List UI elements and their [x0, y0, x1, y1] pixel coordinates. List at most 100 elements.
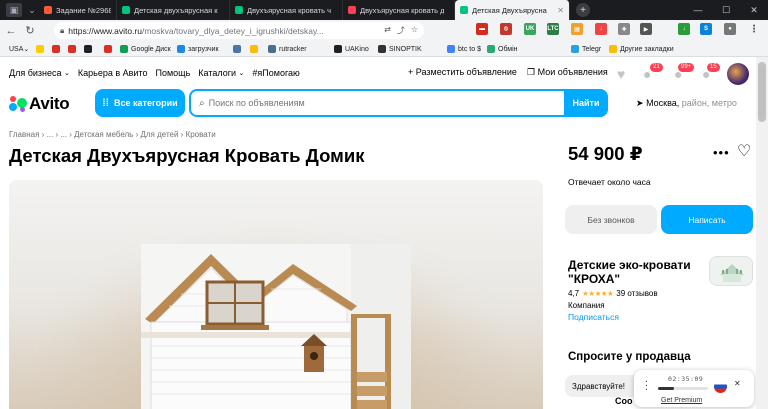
extension-s-icon[interactable]: S [700, 23, 712, 35]
bookmark-item[interactable]: Другие закладки [609, 43, 674, 55]
bookmark-item[interactable] [84, 43, 95, 55]
seller-rating[interactable]: 4,7 ★★★★★ 39 отзывов [568, 289, 658, 298]
bookmark-item[interactable] [52, 43, 63, 55]
bookmark-item[interactable]: UAKino [334, 43, 369, 55]
product-photo[interactable] [141, 244, 411, 409]
search-button[interactable]: Найти [564, 89, 608, 117]
extension-arrow-icon[interactable]: ↓ [678, 23, 690, 35]
close-icon[interactable]: ✕ [734, 379, 741, 388]
back-icon[interactable]: ← [3, 23, 19, 39]
maximize-icon[interactable]: ☐ [712, 0, 740, 20]
cast-icon[interactable]: ⇄ [384, 25, 391, 36]
bookmark-item[interactable] [250, 43, 261, 55]
breadcrumb-item[interactable]: ... [60, 130, 67, 139]
vpn-drag-handle-icon[interactable]: · · · [644, 378, 649, 394]
bookmark-item[interactable]: rutracker [268, 43, 307, 55]
more-options-icon[interactable]: ••• [713, 145, 730, 160]
post-ad-link[interactable]: + Разместить объявление [408, 67, 517, 77]
bookmark-item[interactable]: Обмін [487, 43, 518, 55]
scrollbar-thumb[interactable] [758, 62, 766, 122]
nav-career[interactable]: Карьера в Авито [78, 68, 148, 78]
write-button[interactable]: Написать [661, 205, 753, 234]
extension-ltc-icon[interactable]: LTC [547, 23, 559, 35]
bookmark-item[interactable]: btc to $ [447, 43, 481, 55]
url-host: https://www.avito.ru [68, 25, 142, 36]
reload-icon[interactable]: ↻ [22, 23, 38, 39]
browser-tab[interactable]: Детская двухъярусная к [117, 0, 230, 20]
tab-list-chevron-icon[interactable]: ⌄ [25, 3, 39, 17]
bookmark-item[interactable]: Google Диск [120, 43, 171, 55]
favorites-heart-icon[interactable]: ♥ [617, 67, 632, 81]
all-categories-button[interactable]: ⁞⁞ Все категории [95, 89, 185, 117]
bookmark-item[interactable] [36, 43, 47, 55]
extension-uk-icon[interactable]: UK [524, 23, 536, 35]
rating-value: 4,7 [568, 289, 580, 298]
seller-name[interactable]: Детские эко-кровати "КРОХА" [568, 258, 708, 286]
bookmark-item[interactable] [233, 43, 244, 55]
breadcrumb-separator-icon: › [178, 130, 186, 139]
bookmark-label: Telegr [582, 45, 602, 53]
bookmark-item[interactable]: SINOPTIK [378, 43, 422, 55]
browser-tab[interactable]: Двухъярусная кровать д [343, 0, 455, 20]
extension-flag-icon[interactable]: ▬ [476, 23, 488, 35]
nav-helping[interactable]: #яПомогаю [252, 68, 299, 78]
close-window-icon[interactable]: ✕ [740, 0, 768, 20]
lock-icon: 🔒︎ [60, 25, 65, 35]
nav-help[interactable]: Помощь [156, 68, 191, 78]
tab-favicon-icon [44, 6, 52, 14]
bookmark-star-icon[interactable]: ☆ [411, 25, 418, 36]
no-calls-button[interactable]: Без звонков [565, 205, 657, 234]
nav-business[interactable]: Для бизнеса ⌄ [9, 68, 70, 78]
share-icon[interactable]: ⤴ [397, 25, 405, 36]
my-ads-link[interactable]: ❐ Мои объявления [527, 67, 608, 78]
browser-tab[interactable]: Детская Двухъярусна ✕ [455, 0, 570, 20]
subscribe-link[interactable]: Подписаться [568, 312, 619, 322]
vpn-extension-popup: 02:35:09 · · · ✕ Get Premium [634, 370, 754, 407]
user-avatar[interactable] [727, 63, 749, 85]
add-favorite-heart-icon[interactable]: ♡ [737, 141, 751, 161]
close-tab-icon[interactable]: ✕ [553, 6, 564, 15]
breadcrumb-item[interactable]: Кровати [186, 130, 216, 139]
minimize-icon[interactable]: — [684, 0, 712, 20]
quick-message-chip[interactable]: Здравствуйте! [565, 375, 645, 397]
breadcrumb-item[interactable]: Для детей [140, 130, 178, 139]
nav-catalogs[interactable]: Каталоги ⌄ [198, 68, 244, 78]
get-premium-link[interactable]: Get Premium [661, 397, 702, 404]
bookmark-item[interactable]: USA ⌄ [9, 43, 29, 55]
tab-title: Двухъярусная кровать д [360, 5, 445, 15]
page-scrollbar[interactable] [756, 57, 768, 409]
bookmark-favicon-icon [250, 45, 258, 53]
location-arrow-icon: ➤ [636, 98, 644, 108]
extension-puzzle-icon[interactable]: ✚ [618, 23, 630, 35]
browser-tab[interactable]: Двухъярусная кровать ч [230, 0, 343, 20]
photo-gallery[interactable] [9, 180, 543, 409]
extension-video-icon[interactable]: ▶ [640, 23, 652, 35]
bookmark-label: Google Диск [131, 45, 171, 53]
browser-more-icon[interactable]: ⋮ [748, 23, 760, 35]
extension-download-icon[interactable]: ↓ [595, 23, 607, 35]
url-bar[interactable]: 🔒︎ https://www.avito.ru/moskva/tovary_dl… [54, 22, 424, 39]
bookmark-item[interactable]: загрузчик [177, 43, 219, 55]
browser-tab[interactable]: Задание №2968915 - про [39, 0, 117, 20]
bookmark-item[interactable] [68, 43, 79, 55]
response-time: Отвечает около часа [568, 177, 651, 187]
search-input[interactable] [204, 91, 564, 115]
avito-logo[interactable]: Avito [9, 94, 70, 114]
extension-block-icon[interactable]: ⦸ [500, 23, 512, 35]
breadcrumb-item[interactable]: Главная [9, 130, 39, 139]
quick-message-chip-2[interactable]: Соо [615, 396, 633, 406]
bookmark-favicon-icon [609, 45, 617, 53]
breadcrumb-item[interactable]: Детская мебель [74, 130, 133, 139]
bookmark-item[interactable]: Telegr [571, 43, 601, 55]
new-tab-button[interactable]: + [576, 3, 590, 17]
russia-flag-icon[interactable] [714, 380, 727, 393]
seller-logo[interactable] [709, 256, 753, 286]
location-selector[interactable]: ➤ Москва, район, метро [636, 98, 737, 109]
avito-logo-text: Avito [29, 94, 70, 113]
extension-flag2-icon[interactable]: ▦ [571, 23, 583, 35]
messages-badge: 99+ [678, 63, 695, 72]
breadcrumb: Главная › ... › ... › Детская мебель › Д… [9, 130, 216, 139]
profile-icon[interactable]: ● [724, 23, 736, 35]
browser-menu-icon[interactable]: ▣ [6, 3, 22, 17]
bookmark-item[interactable] [104, 43, 115, 55]
